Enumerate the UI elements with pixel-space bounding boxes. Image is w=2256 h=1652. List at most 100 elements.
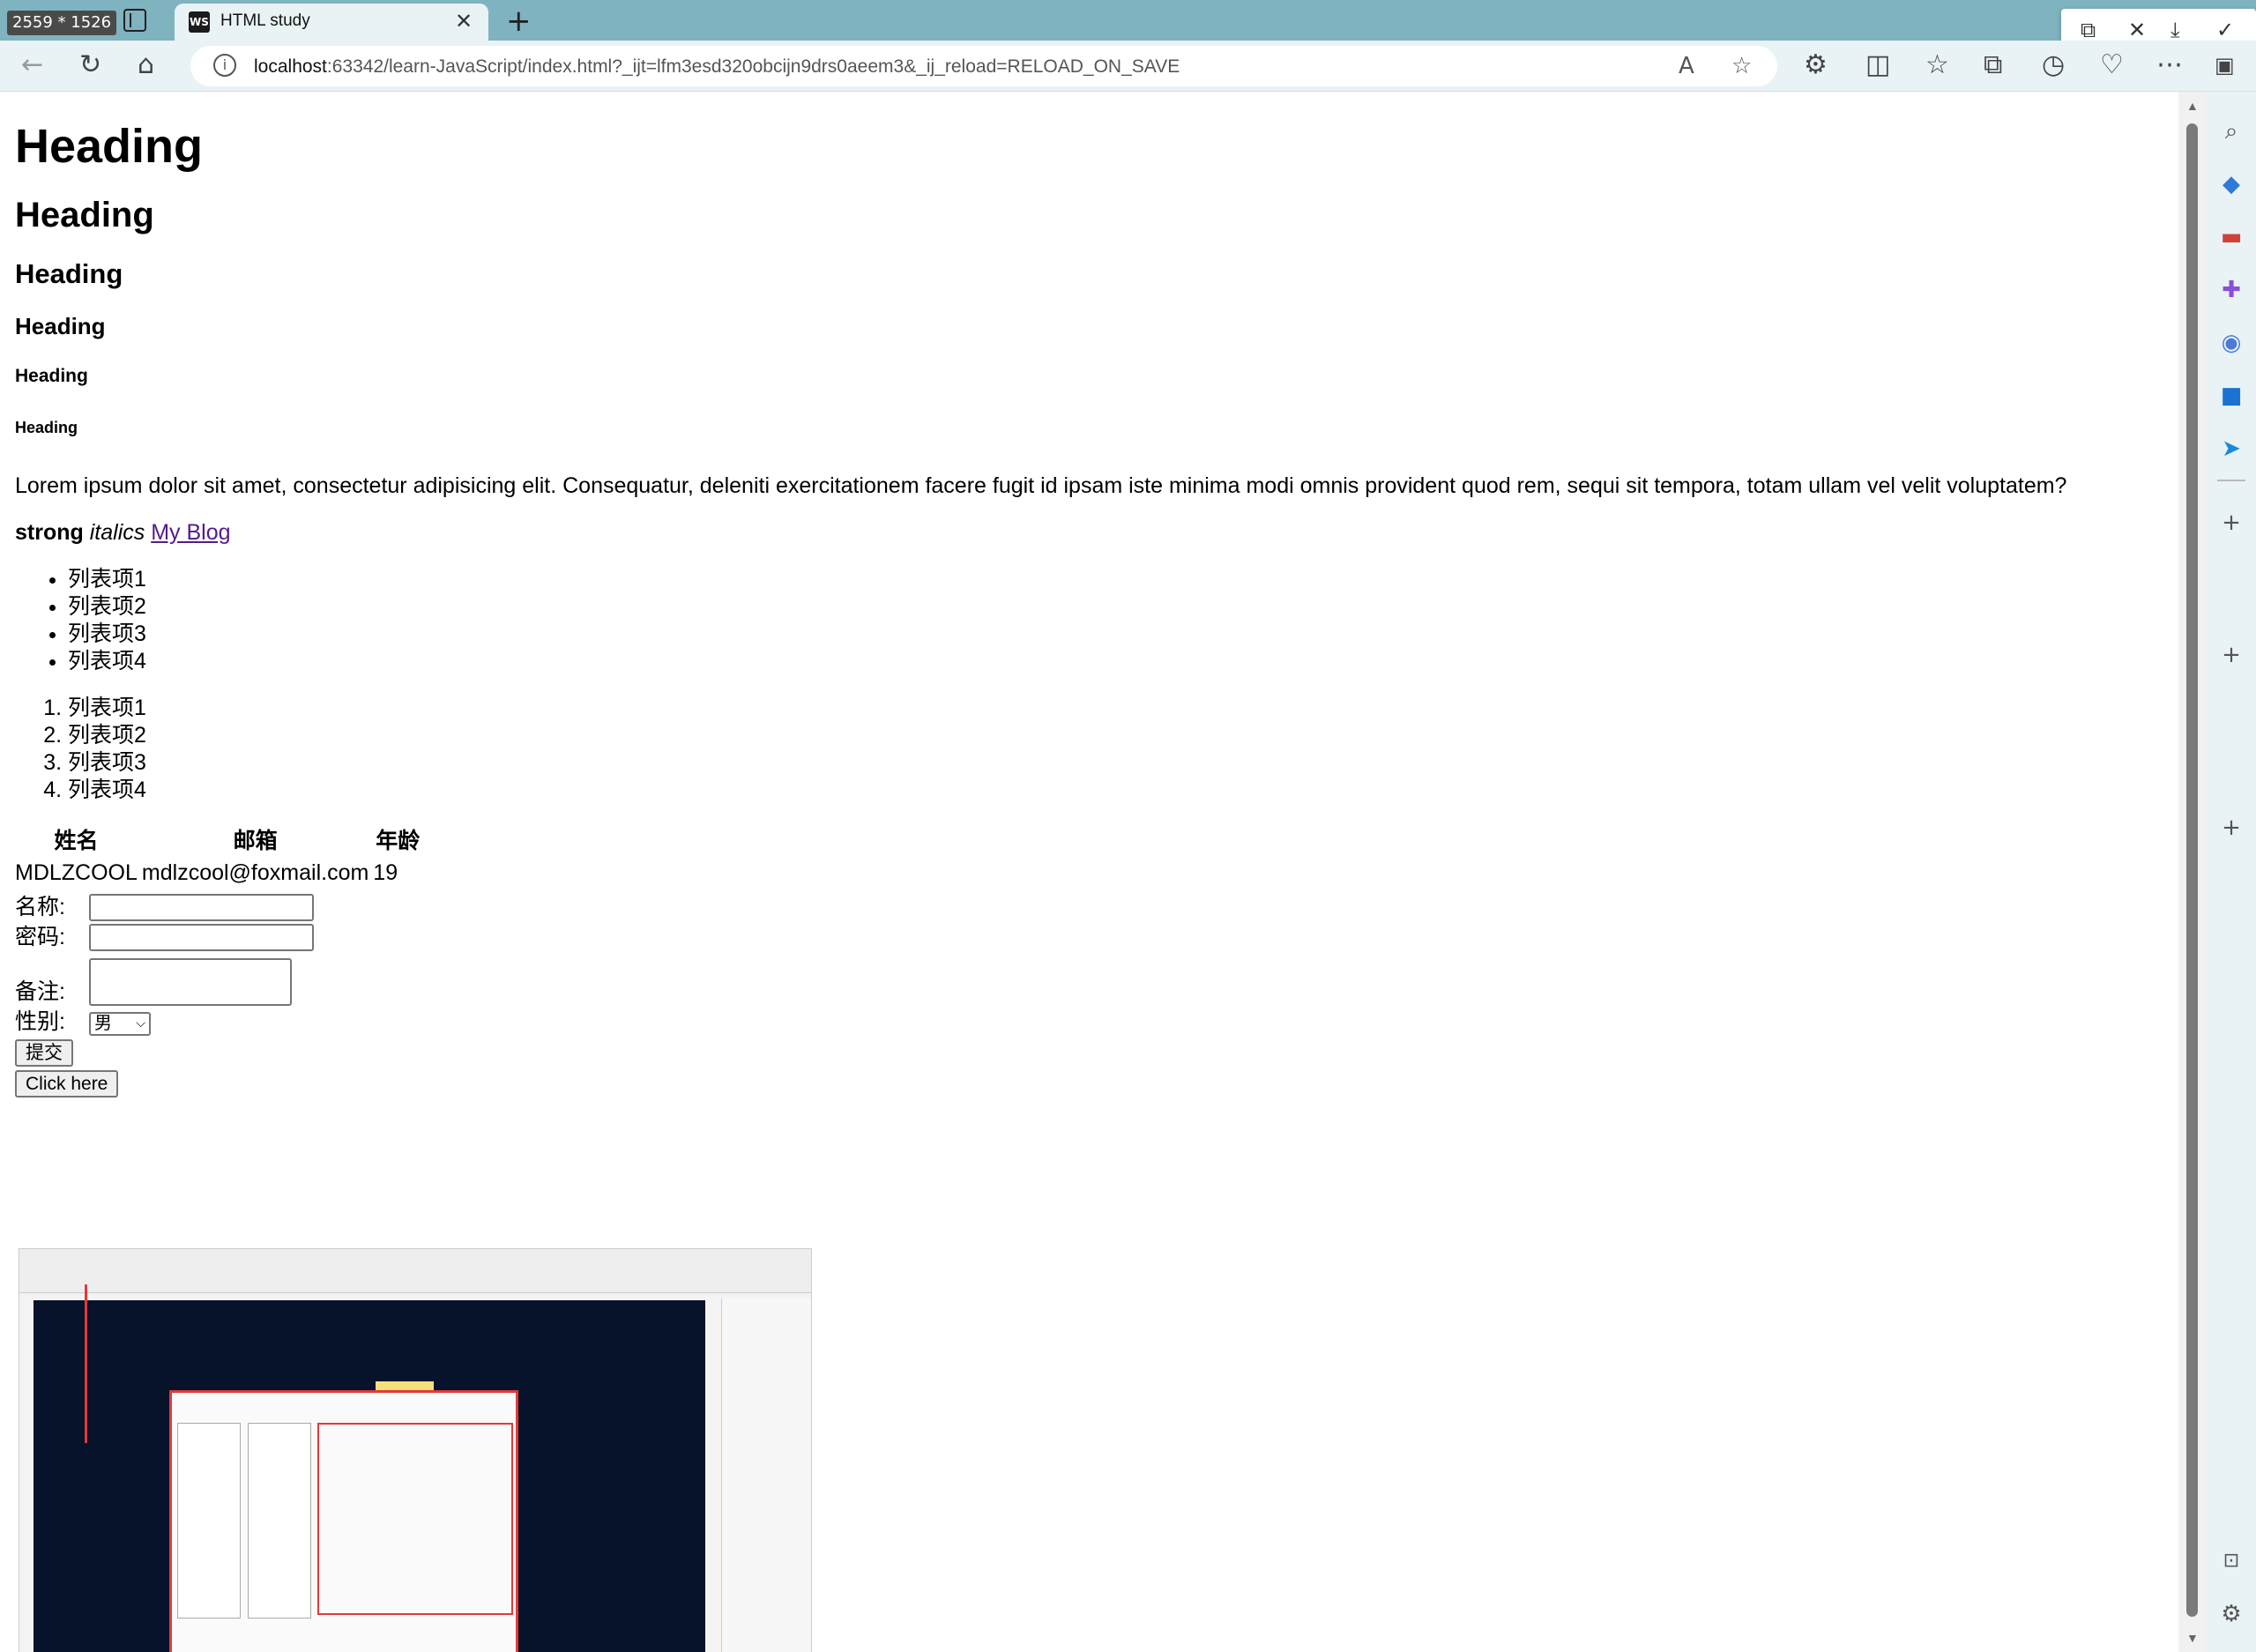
ordered-list: 列表项1 列表项2 列表项3 列表项4 xyxy=(15,695,2078,804)
note-textarea[interactable] xyxy=(89,958,292,1006)
heading-2: Heading xyxy=(15,196,154,234)
info-icon[interactable]: i xyxy=(213,54,236,77)
scroll-thumb[interactable] xyxy=(2186,123,2198,1617)
name-input[interactable] xyxy=(89,894,314,921)
list-item: 列表项4 xyxy=(68,648,2078,675)
header-age: 年龄 xyxy=(376,829,421,853)
password-label: 密码: xyxy=(15,925,65,949)
gender-select[interactable]: 男 ⌵ xyxy=(89,1012,151,1036)
heading-1: Heading xyxy=(15,120,204,173)
heading-5: Heading xyxy=(15,366,88,386)
gender-row: 性别: 男 ⌵ xyxy=(15,1006,2078,1036)
embedded-cad-screenshot xyxy=(19,1248,812,1652)
pin-icon[interactable]: ⧉ xyxy=(2081,18,2096,42)
vertical-scrollbar[interactable]: ▲ ▼ xyxy=(2178,92,2207,1652)
tools-icon[interactable]: ▬ xyxy=(2218,224,2245,250)
image-dialog-list xyxy=(248,1423,311,1619)
click-here-button[interactable]: Click here xyxy=(15,1070,119,1098)
scroll-down-icon[interactable]: ▼ xyxy=(2186,1631,2199,1645)
page-content: Heading Heading Heading Heading Heading … xyxy=(15,118,2078,1098)
list-item: 列表项2 xyxy=(68,593,2078,621)
cell-age: 19 xyxy=(373,860,398,885)
table-header-row: 姓名 邮箱 年龄 xyxy=(15,828,422,855)
outlook-icon[interactable]: ■ xyxy=(2218,383,2245,409)
edge-sidebar: ⌕ ◆ ▬ ✚ ◉ ■ ➤ + + + ⊡ ⚙ xyxy=(2207,92,2256,1652)
window-titlebar: 2559 * 1526 WS HTML study ✕ + ⧉ ✕ ⤓ ✓ xyxy=(0,0,2256,55)
password-input[interactable] xyxy=(89,924,314,951)
image-layers-panel xyxy=(721,1299,811,1652)
browser-essentials-icon[interactable]: ♡ xyxy=(2100,49,2124,81)
sidebar-divider xyxy=(2217,480,2245,481)
header-email: 邮箱 xyxy=(233,829,278,853)
new-tab-button[interactable]: + xyxy=(506,4,532,39)
scroll-up-icon[interactable]: ▲ xyxy=(2186,99,2199,113)
extensions-icon[interactable]: ⚙ xyxy=(1804,49,1828,81)
url-text: localhost:63342/learn-JavaScript/index.h… xyxy=(254,56,1180,78)
note-row: 备注: xyxy=(15,951,2078,1006)
page-viewport: Heading Heading Heading Heading Heading … xyxy=(4,92,2177,1652)
address-bar[interactable]: i localhost:63342/learn-JavaScript/index… xyxy=(190,46,1777,86)
microsoft-365-icon[interactable]: ◉ xyxy=(2218,330,2245,356)
search-icon[interactable]: ⌕ xyxy=(2218,118,2245,145)
screenshot-icon[interactable]: ⊡ xyxy=(2218,1548,2245,1574)
italic-text: italics xyxy=(89,520,145,545)
user-table: 姓名 邮箱 年龄 MDLZCOOL mdlzcool@foxmail.com 1… xyxy=(11,823,427,891)
gender-selected-value: 男 xyxy=(94,1014,112,1033)
cell-name: MDLZCOOL xyxy=(15,860,138,885)
close-tab-icon[interactable]: ✕ xyxy=(455,9,473,33)
strong-text: strong xyxy=(15,520,84,545)
home-icon[interactable]: ⌂ xyxy=(138,49,154,81)
name-label: 名称: xyxy=(15,895,65,919)
games-icon[interactable]: ✚ xyxy=(2218,277,2245,303)
name-row: 名称: xyxy=(15,891,2078,921)
download-icon[interactable]: ⤓ xyxy=(2170,18,2180,42)
browser-tab[interactable]: WS HTML study ✕ xyxy=(175,4,488,41)
list-item: 列表项3 xyxy=(68,621,2078,648)
image-highlight-box xyxy=(317,1423,513,1615)
tab-title: HTML study xyxy=(220,11,310,30)
favorites-icon[interactable]: ☆ xyxy=(1925,49,1949,81)
refresh-icon[interactable]: ↻ xyxy=(79,49,101,81)
back-icon[interactable]: ← xyxy=(21,49,43,81)
submit-button[interactable]: 提交 xyxy=(15,1039,73,1067)
note-label: 备注: xyxy=(15,979,65,1004)
collections-icon[interactable]: ⧉ xyxy=(1984,49,2002,81)
heading-3: Heading xyxy=(15,258,123,289)
add-icon[interactable]: + xyxy=(2218,510,2245,536)
gender-label: 性别: xyxy=(15,1009,65,1034)
image-red-arrow xyxy=(85,1284,87,1443)
list-item: 列表项1 xyxy=(68,695,2078,722)
webstorm-icon: WS xyxy=(189,11,210,33)
chevron-down-icon: ⌵ xyxy=(136,1016,145,1031)
image-toolbar-region xyxy=(19,1249,811,1293)
sidebar-toggle-icon[interactable]: ▣ xyxy=(2215,49,2235,81)
confirm-icon[interactable]: ✓ xyxy=(2216,18,2234,42)
url-host: localhost xyxy=(254,56,327,77)
tab-actions-icon[interactable] xyxy=(123,9,146,32)
close-icon[interactable]: ✕ xyxy=(2128,18,2146,42)
add-icon[interactable]: + xyxy=(2218,642,2245,668)
list-item: 列表项4 xyxy=(68,777,2078,804)
list-item: 列表项2 xyxy=(68,722,2078,749)
lorem-paragraph: Lorem ipsum dolor sit amet, consectetur … xyxy=(15,473,2067,498)
settings-gear-icon[interactable]: ⚙ xyxy=(2218,1601,2245,1627)
more-menu-icon[interactable]: ⋯ xyxy=(2156,49,2183,81)
shopping-tag-icon[interactable]: ◆ xyxy=(2218,171,2245,197)
read-aloud-icon[interactable]: A xyxy=(1679,53,1694,79)
heading-6: Heading xyxy=(15,419,78,436)
history-icon[interactable]: ◷ xyxy=(2042,49,2065,81)
unordered-list: 列表项1 列表项2 列表项3 列表项4 xyxy=(15,566,2078,675)
image-dialog xyxy=(169,1390,518,1652)
resolution-badge: 2559 * 1526 xyxy=(7,11,117,35)
heading-4: Heading xyxy=(15,313,106,339)
send-icon[interactable]: ➤ xyxy=(2218,435,2245,462)
list-item: 列表项3 xyxy=(68,749,2078,777)
split-screen-icon[interactable]: ◫ xyxy=(1865,49,1890,81)
url-path: :63342/learn-JavaScript/index.html?_ijt=… xyxy=(326,56,1180,77)
password-row: 密码: xyxy=(15,921,2078,951)
browser-toolbar: ← ↻ ⌂ i localhost:63342/learn-JavaScript… xyxy=(0,41,2256,92)
favorite-star-icon[interactable]: ☆ xyxy=(1731,53,1752,79)
user-form: 名称: 密码: 备注: 性别: 男 ⌵ 提交 Click here xyxy=(15,891,2078,1098)
add-icon[interactable]: + xyxy=(2218,815,2245,841)
my-blog-link[interactable]: My Blog xyxy=(151,520,230,545)
